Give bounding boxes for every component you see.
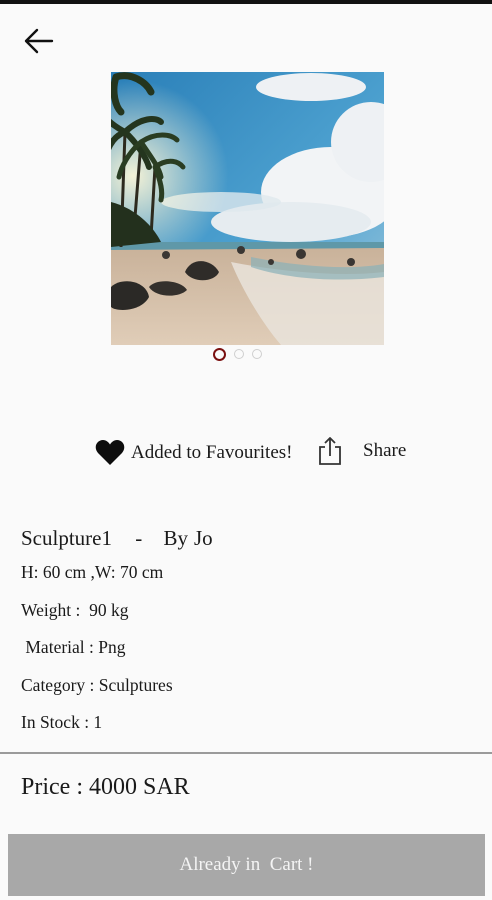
product-details: Sculpture1 - By Jo H: 60 cm ,W: 70 cm Wei… [21, 522, 213, 742]
heart-icon [95, 440, 125, 465]
favourite-button[interactable]: Added to Favourites! [95, 440, 292, 466]
share-icon [319, 437, 341, 465]
arrow-left-icon [24, 28, 54, 54]
dimensions-text: H: 60 cm ,W: 70 cm [21, 562, 164, 582]
material-text: Material : Png [21, 637, 126, 657]
artist-name[interactable]: Jo [194, 526, 213, 550]
by-label: By [163, 526, 188, 550]
title-separator: - [135, 526, 143, 550]
carousel-indicator [213, 348, 262, 362]
price-text: Price : 4000 SAR [21, 774, 190, 800]
product-image [111, 72, 384, 345]
cart-button-label: Already in Cart ! [179, 854, 314, 875]
product-name: Sculpture1 [21, 526, 112, 550]
carousel-dot-active[interactable] [213, 348, 226, 361]
product-actions: Added to Favourites! Share [0, 436, 492, 470]
back-button[interactable] [22, 26, 56, 56]
stock-text: In Stock : 1 [21, 712, 103, 732]
carousel-dot[interactable] [234, 349, 244, 359]
product-image-carousel[interactable] [111, 72, 384, 345]
top-edge-bar [0, 0, 492, 4]
product-title: Sculpture1 - By Jo [21, 522, 213, 554]
share-label: Share [363, 440, 407, 461]
already-in-cart-button[interactable]: Already in Cart ! [8, 834, 485, 896]
share-button[interactable]: Share [317, 436, 406, 466]
divider [0, 752, 492, 754]
carousel-dot[interactable] [252, 349, 262, 359]
category-text: Category : Sculptures [21, 674, 173, 695]
favourite-label: Added to Favourites! [131, 442, 293, 463]
weight-text: Weight : 90 kg [21, 599, 129, 620]
